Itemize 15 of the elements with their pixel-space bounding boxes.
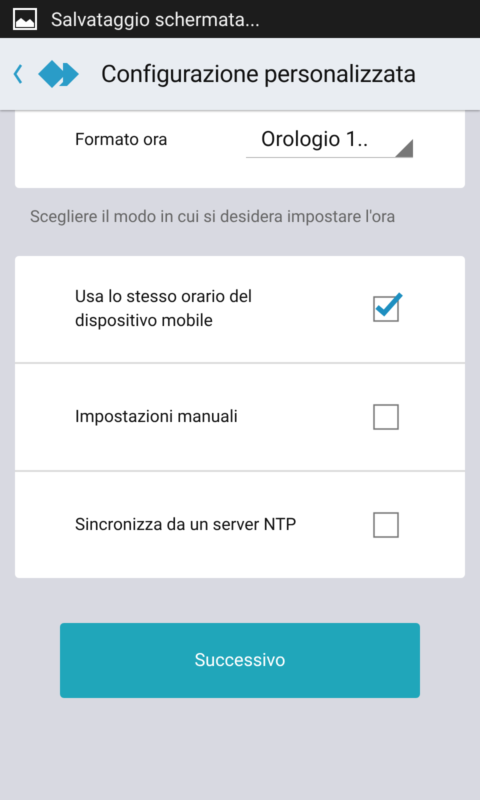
checkbox[interactable] bbox=[373, 404, 399, 430]
notification-text: Salvataggio schermata... bbox=[51, 8, 260, 30]
screen-title: Configurazione personalizzata bbox=[101, 60, 416, 88]
picture-notification-icon bbox=[13, 8, 37, 30]
hint-text: Scegliere il modo in cui si desidera impostare l'ora bbox=[30, 207, 396, 229]
app-logo-icon bbox=[37, 59, 81, 89]
option-label: Sincronizza da un server NTP bbox=[75, 514, 298, 537]
dropdown-arrow-icon bbox=[395, 139, 413, 157]
time-format-dropdown[interactable]: Orologio 1.. bbox=[246, 122, 413, 158]
back-icon[interactable] bbox=[13, 63, 23, 85]
checkbox[interactable] bbox=[373, 292, 403, 322]
option-label: Usa lo stesso orario del dispositivo mobile bbox=[75, 286, 254, 333]
setting-label: Formato ora bbox=[75, 130, 169, 150]
option-label: Impostazioni manuali bbox=[75, 406, 239, 429]
checkbox[interactable] bbox=[373, 512, 399, 538]
